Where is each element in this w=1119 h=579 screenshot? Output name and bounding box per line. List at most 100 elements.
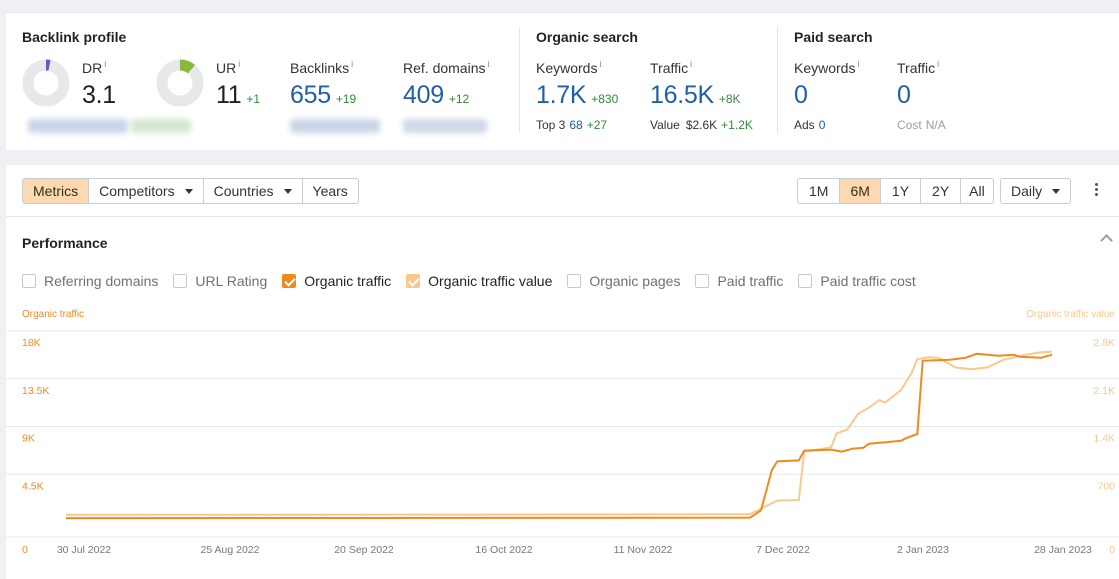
summary-card: Backlink profile DR i 3.1 UR i 11 +1 Backli… [6, 12, 1119, 150]
y-tick-label-left: 13.5K [22, 385, 49, 397]
divider [777, 27, 778, 133]
backlinks-label[interactable]: Backlinks i [290, 59, 353, 76]
ref-domains-delta: +12 [448, 92, 470, 106]
checkbox-organic-traffic[interactable]: Organic traffic [282, 273, 391, 289]
ref-domains-label[interactable]: Ref. domains i [403, 59, 489, 76]
checkbox-icon[interactable] [567, 274, 582, 288]
range-1m[interactable]: 1M [798, 179, 839, 203]
organic-traffic-info-icon[interactable]: i [690, 59, 692, 69]
organic-traffic-delta: +8K [718, 92, 741, 106]
left-axis-title: Organic traffic [22, 309, 84, 320]
y-tick-label-right: 0 [1109, 544, 1115, 556]
y-tick-label-left: 4.5K [22, 480, 44, 492]
x-tick-label: 7 Dec 2022 [756, 544, 810, 556]
backlink-profile-title: Backlink profile [22, 29, 127, 45]
more-options-icon[interactable] [1095, 183, 1099, 198]
divider [519, 27, 520, 133]
checkbox-paid-traffic[interactable]: Paid traffic [695, 273, 783, 289]
y-tick-label-left: 18K [22, 337, 41, 349]
y-tick-label-right: 2.1K [1093, 385, 1115, 397]
tab-competitors[interactable]: Competitors [88, 179, 202, 203]
range-1y[interactable]: 1Y [879, 179, 920, 203]
y-tick-label-left: 0 [22, 544, 28, 556]
checkbox-referring-domains[interactable]: Referring domains [22, 273, 158, 289]
redacted-text [131, 119, 191, 133]
organic-keywords-info-icon[interactable]: i [599, 59, 601, 69]
dr-donut-chart [22, 59, 70, 107]
checkbox-icon[interactable] [173, 274, 188, 288]
chevron-down-icon [184, 189, 193, 194]
checkbox-icon[interactable] [798, 274, 813, 288]
range-2y[interactable]: 2Y [920, 179, 960, 203]
paid-traffic-label[interactable]: Traffic i [897, 59, 939, 76]
performance-title: Performance [22, 235, 108, 251]
checkbox-paid-traffic-cost[interactable]: Paid traffic cost [798, 273, 916, 289]
dr-value: 3.1 [82, 81, 116, 109]
x-tick-label: 28 Jan 2023 [1034, 544, 1092, 556]
range-all[interactable]: All [960, 179, 993, 203]
x-tick-label: 16 Oct 2022 [475, 544, 532, 556]
tab-years[interactable]: Years [301, 179, 358, 203]
paid-keywords-label[interactable]: Keywords i [794, 59, 859, 76]
paid-traffic-value[interactable]: 0 [897, 81, 911, 110]
chevron-down-icon [283, 189, 292, 194]
x-tick-label: 20 Sep 2022 [334, 544, 394, 556]
redacted-text [28, 119, 128, 133]
organic-keywords-delta: +830 [591, 92, 619, 106]
backlinks-info-icon[interactable]: i [351, 59, 353, 69]
checkbox-organic-traffic-value[interactable]: Organic traffic value [406, 273, 552, 289]
ur-label[interactable]: UR i [216, 59, 240, 76]
performance-card: Metrics Competitors Countries Years 1M 6… [6, 165, 1119, 579]
checkbox-organic-pages[interactable]: Organic pages [567, 273, 680, 289]
x-tick-label: 25 Aug 2022 [201, 544, 260, 556]
x-tick-label: 30 Jul 2022 [57, 544, 111, 556]
performance-chart: Organic traffic Organic traffic value 0 0 4.… [6, 309, 1119, 556]
ur-donut-chart [156, 59, 204, 107]
paid-keywords-info-icon[interactable]: i [857, 59, 859, 69]
tab-metrics[interactable]: Metrics [23, 179, 89, 203]
y-tick-label-right: 2.8K [1093, 337, 1115, 349]
dr-info-icon[interactable]: i [104, 59, 106, 69]
backlinks-delta: +19 [335, 92, 357, 106]
organic-keywords-label[interactable]: Keywords i [536, 59, 601, 76]
chevron-down-icon [1052, 189, 1061, 194]
ads-stat: Ads 0 [794, 118, 826, 132]
checkbox-icon[interactable] [22, 274, 36, 288]
ur-delta: +1 [246, 92, 261, 106]
interval-dropdown[interactable]: Daily [1000, 178, 1072, 204]
metric-checkboxes: Referring domains URL Rating Organic tra… [22, 272, 931, 290]
backlinks-value[interactable]: 655 +19 [290, 81, 356, 110]
y-tick-label-left: 9K [22, 433, 35, 445]
y-tick-label-right: 700 [1097, 480, 1115, 492]
right-axis-title: Organic traffic value [1026, 309, 1115, 320]
collapse-chevron-icon[interactable] [1100, 234, 1113, 247]
organic-search-title: Organic search [536, 29, 638, 45]
organic-keywords-value[interactable]: 1.7K +830 [536, 81, 618, 110]
y-tick-label-right: 1.4K [1093, 433, 1115, 445]
organic-traffic-value-line [65, 350, 1053, 516]
view-tabs: Metrics Competitors Countries Years [22, 178, 359, 204]
divider [6, 216, 1119, 217]
x-tick-label: 11 Nov 2022 [614, 544, 673, 556]
redacted-text [290, 119, 380, 133]
x-tick-label: 2 Jan 2023 [897, 544, 949, 556]
checkbox-checked-icon[interactable] [282, 274, 297, 288]
paid-keywords-value[interactable]: 0 [794, 81, 808, 110]
paid-traffic-info-icon[interactable]: i [937, 59, 939, 69]
redacted-text [403, 119, 487, 133]
checkbox-checked-icon[interactable] [406, 274, 421, 288]
ref-domains-info-icon[interactable]: i [487, 59, 489, 69]
ur-info-icon[interactable]: i [238, 59, 240, 69]
range-6m[interactable]: 6M [839, 179, 880, 203]
ref-domains-value[interactable]: 409 +12 [403, 81, 469, 110]
organic-traffic-label[interactable]: Traffic i [650, 59, 692, 76]
traffic-value-stat: Value $2.6K +1.2K [650, 118, 753, 132]
top3-stat: Top 3 68 +27 [536, 118, 608, 132]
dr-label[interactable]: DR i [82, 59, 106, 76]
cost-stat: Cost N/A [897, 118, 946, 132]
checkbox-icon[interactable] [695, 274, 710, 288]
checkbox-url-rating[interactable]: URL Rating [173, 273, 267, 289]
organic-traffic-value[interactable]: 16.5K +8K [650, 81, 741, 110]
tab-countries[interactable]: Countries [202, 179, 302, 203]
paid-search-title: Paid search [794, 29, 873, 45]
